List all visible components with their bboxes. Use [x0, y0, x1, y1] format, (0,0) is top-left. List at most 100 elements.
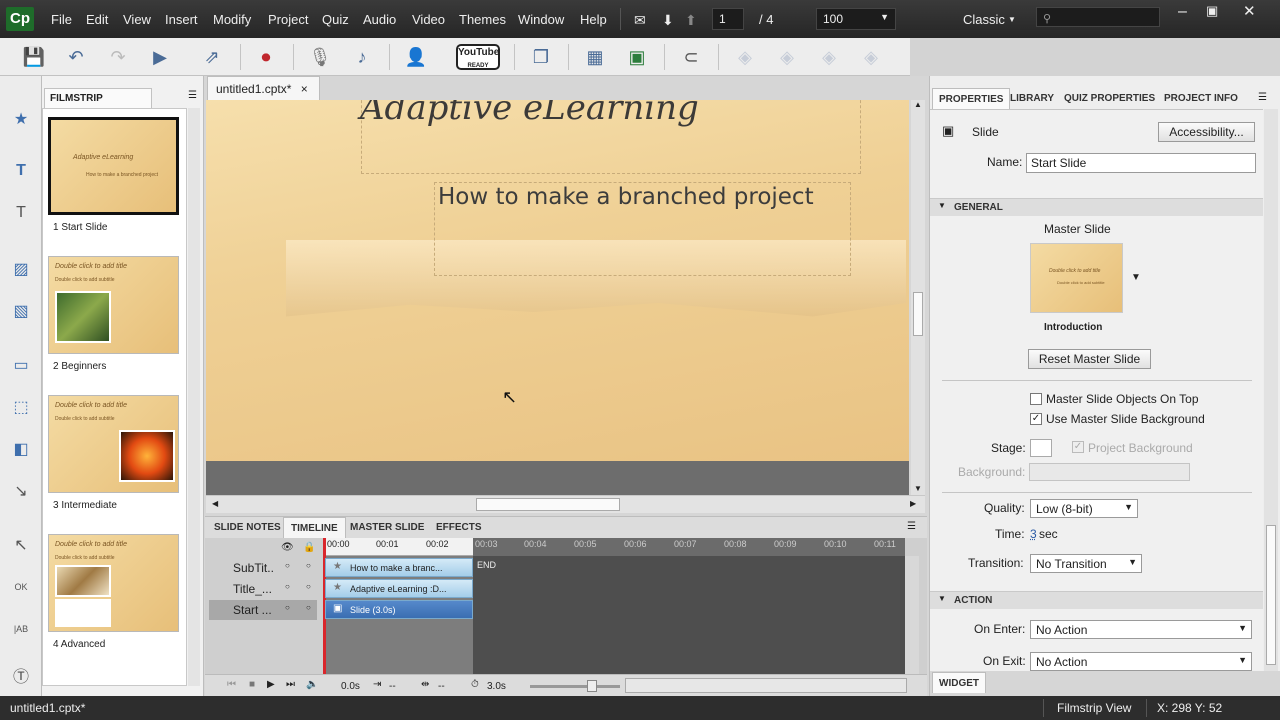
visibility-dot-icon[interactable]: ○	[285, 582, 290, 591]
tab-project-info[interactable]: PROJECT INFO	[1158, 88, 1244, 109]
menu-project[interactable]: Project	[268, 12, 308, 27]
background-image-field[interactable]	[1029, 463, 1190, 481]
slide-canvas[interactable]: Adaptive eLearning How to make a branche…	[206, 100, 909, 461]
scroll-right-icon[interactable]: ▶	[910, 499, 916, 508]
visibility-dot-icon[interactable]: ○	[285, 603, 290, 612]
stage-vertical-scrollbar[interactable]: ▲ ▼	[911, 100, 925, 495]
transition-select[interactable]: No Transition ▼	[1030, 554, 1142, 573]
bring-front-icon[interactable]: ◈	[731, 43, 759, 71]
filmstrip-slide-3[interactable]: Double click to add title Double click t…	[48, 395, 179, 493]
scroll-down-icon[interactable]: ▼	[914, 484, 922, 493]
timeline-track[interactable]: Adaptive eLearning :D...	[325, 579, 473, 598]
maximize-icon[interactable]: ▣	[1206, 3, 1218, 19]
master-slide-thumbnail[interactable]: Double click to add title Double click t…	[1030, 243, 1123, 313]
panel-menu-icon[interactable]: ☰	[1258, 92, 1267, 103]
image-slideshow-icon[interactable]: ▧	[8, 298, 34, 324]
filmstrip-scrollbar[interactable]	[188, 108, 200, 686]
general-section-header[interactable]: GENERAL	[930, 198, 1263, 216]
menu-edit[interactable]: Edit	[86, 12, 108, 27]
text-entry-icon[interactable]: T	[8, 200, 34, 226]
stage-subtitle[interactable]: How to make a branched project	[438, 184, 814, 210]
on-enter-select[interactable]: No Action ▼	[1030, 620, 1252, 639]
filmstrip-tab[interactable]: FILMSTRIP	[44, 88, 152, 108]
scroll-thumb[interactable]	[913, 292, 923, 336]
minimize-icon[interactable]: –	[1178, 3, 1187, 21]
send-back-icon[interactable]: ◈	[857, 43, 885, 71]
tab-effects[interactable]: EFFECTS	[429, 517, 489, 538]
publish-icon[interactable]: ⇗	[198, 43, 226, 71]
user-icon[interactable]: 👤	[402, 43, 430, 71]
menu-video[interactable]: Video	[412, 12, 445, 27]
timeline-hscroll[interactable]	[625, 678, 907, 693]
audio-note-icon[interactable]: ♪	[348, 43, 376, 71]
menu-audio[interactable]: Audio	[363, 12, 396, 27]
slide-number-field[interactable]: 1	[712, 8, 744, 30]
menu-insert[interactable]: Insert	[165, 12, 198, 27]
button-icon[interactable]: OK	[8, 574, 34, 600]
layer-row[interactable]: SubTit..	[209, 558, 317, 578]
timeline-track[interactable]: How to make a branc...	[325, 558, 473, 577]
path-icon[interactable]: ↘	[8, 478, 34, 504]
redo-icon[interactable]: ↷	[104, 43, 132, 71]
timeline-ruler[interactable]: 00:00 00:01 00:02	[325, 538, 473, 556]
document-tab[interactable]: untitled1.cptx* ×	[207, 76, 320, 100]
star-icon[interactable]: ★	[8, 106, 34, 132]
dropdown-arrow-icon[interactable]: ▼	[1131, 272, 1141, 283]
magnet-icon[interactable]: ⊂	[677, 43, 705, 71]
zoom-slider-handle[interactable]	[587, 680, 597, 692]
undo-icon[interactable]: ↶	[62, 43, 90, 71]
click-box-icon[interactable]: ⬚	[8, 394, 34, 420]
tab-quiz-properties[interactable]: QUIZ PROPERTIES	[1058, 88, 1161, 109]
menu-modify[interactable]: Modify	[213, 12, 251, 27]
filmstrip-slide-1[interactable]: Adaptive eLearning How to make a branche…	[48, 117, 179, 215]
mail-icon[interactable]: ✉	[634, 12, 646, 29]
time-value[interactable]: 3	[1030, 527, 1037, 541]
collapse-icon[interactable]: ▼	[938, 201, 946, 210]
volume-icon[interactable]: 🔈	[306, 679, 318, 690]
bring-forward-icon[interactable]: ◈	[773, 43, 801, 71]
use-master-bg-checkbox[interactable]: ✓	[1030, 413, 1042, 425]
highlight-box-icon[interactable]: ▭	[8, 352, 34, 378]
image-grid-icon[interactable]: ▣	[623, 43, 651, 71]
quality-select[interactable]: Low (8-bit) ▼	[1030, 499, 1138, 518]
menu-file[interactable]: File	[51, 12, 72, 27]
menu-quiz[interactable]: Quiz	[322, 12, 349, 27]
layer-row-selected[interactable]: Start ...	[209, 600, 317, 620]
project-background-checkbox[interactable]: ✓	[1072, 441, 1084, 453]
scroll-up-icon[interactable]: ▲	[914, 100, 922, 109]
tab-timeline[interactable]: TIMELINE	[283, 517, 346, 538]
zoom-slider[interactable]	[530, 685, 620, 688]
text-caption-icon[interactable]: T	[8, 158, 34, 184]
arrow-up-icon[interactable]: ⬆	[685, 12, 697, 29]
slide-name-input[interactable]: Start Slide	[1026, 153, 1256, 173]
tab-properties[interactable]: PROPERTIES	[932, 88, 1011, 109]
accessibility-button[interactable]: Accessibility...	[1158, 122, 1255, 142]
preview-play-icon[interactable]: ▶	[146, 43, 174, 71]
menu-themes[interactable]: Themes	[459, 12, 506, 27]
on-exit-select[interactable]: No Action ▼	[1030, 652, 1252, 671]
collapse-icon[interactable]: ▼	[938, 594, 946, 603]
text-animation-icon[interactable]: Ⓣ	[8, 662, 34, 688]
stage-title[interactable]: Adaptive eLearning	[360, 100, 699, 128]
play-icon[interactable]: ▶	[267, 679, 275, 690]
image-icon[interactable]: ▨	[8, 256, 34, 282]
timeline-scrollbar[interactable]	[905, 556, 919, 674]
action-section-header[interactable]: ACTION	[930, 591, 1263, 609]
save-icon[interactable]: 💾	[20, 43, 48, 71]
microphone-icon[interactable]: 🎙	[306, 43, 334, 71]
menu-help[interactable]: Help	[580, 12, 607, 27]
fast-forward-icon[interactable]: ⏭	[286, 679, 295, 690]
lock-dot-icon[interactable]: ○	[306, 603, 311, 612]
stage-color-swatch[interactable]	[1030, 439, 1052, 457]
scroll-left-icon[interactable]: ◀	[212, 499, 218, 508]
tab-library[interactable]: LIBRARY	[1004, 88, 1060, 109]
close-tab-icon[interactable]: ×	[301, 82, 308, 96]
scroll-thumb[interactable]	[476, 498, 620, 511]
lock-icon[interactable]: 🔒	[303, 542, 315, 553]
tab-master-slide[interactable]: MASTER SLIDE	[343, 517, 431, 538]
youtube-icon[interactable]: YouTube READY	[456, 44, 500, 70]
menu-view[interactable]: View	[123, 12, 151, 27]
layers-icon[interactable]: ❐	[527, 43, 555, 71]
shape-icon[interactable]: ◧	[8, 436, 34, 462]
stop-icon[interactable]: ■	[249, 679, 255, 690]
